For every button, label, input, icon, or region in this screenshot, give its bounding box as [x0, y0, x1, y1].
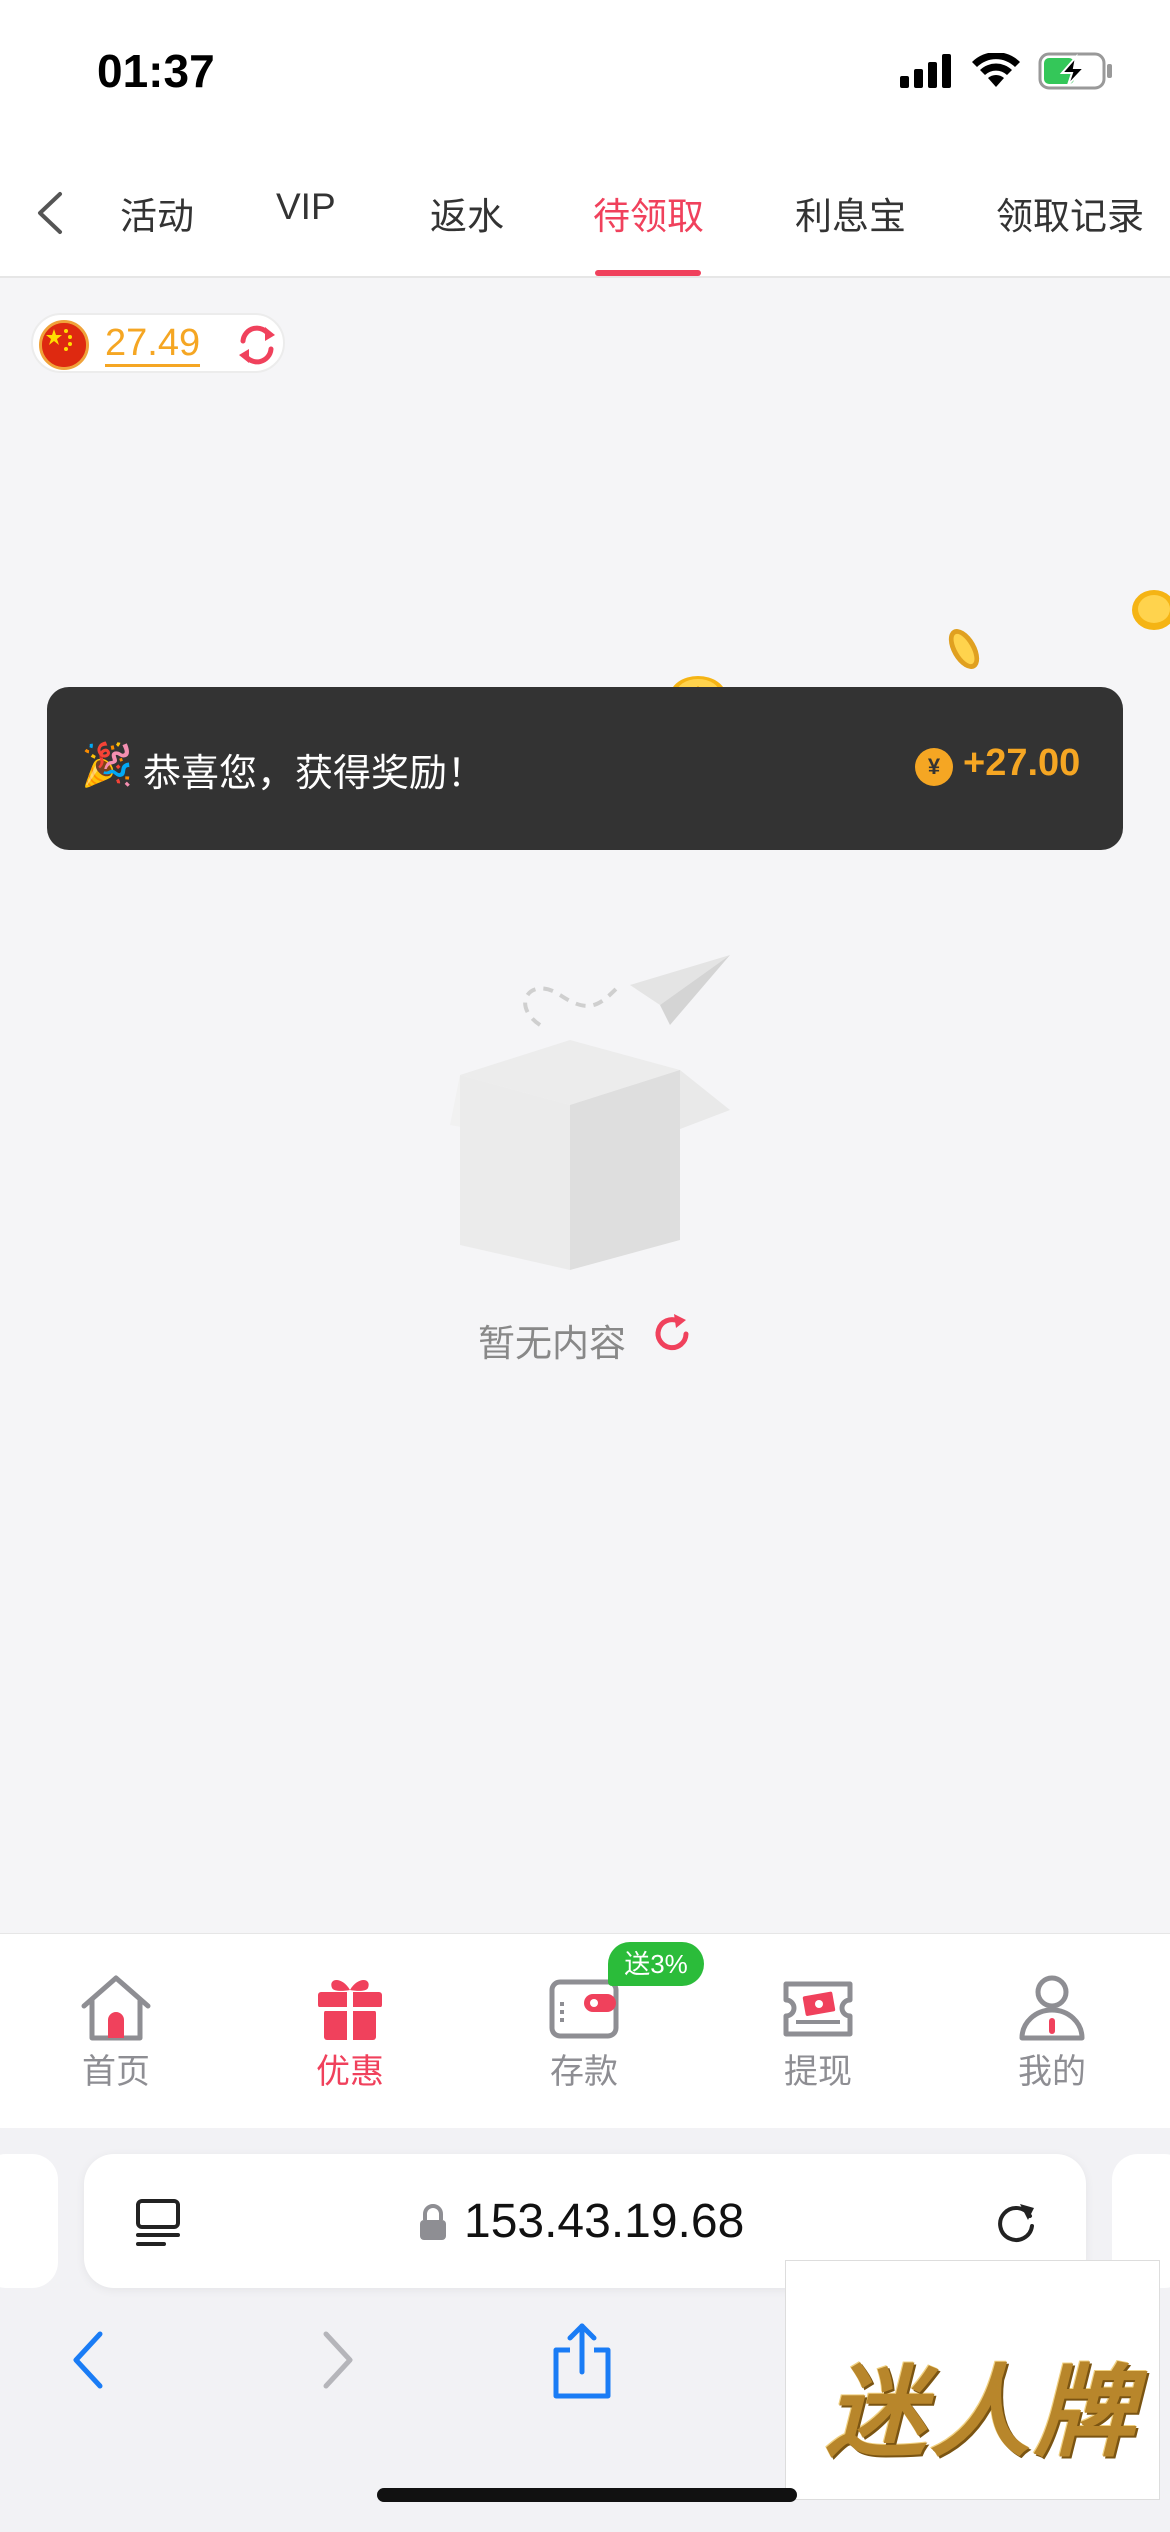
bottom-navigation: 首页 优惠 存款 提现 我的 [0, 1933, 1170, 2128]
nav-withdraw-label: 提现 [784, 2053, 852, 2091]
home-icon [81, 1975, 151, 2041]
tab-rebate[interactable]: 返水 [430, 186, 504, 240]
empty-box-illustration [450, 955, 730, 1270]
status-icons [900, 52, 1114, 90]
party-popper-icon: 🎉 [81, 741, 134, 788]
url-text: 153.43.19.68 [464, 2195, 745, 2248]
tab-claim-history[interactable]: 领取记录 [996, 186, 1144, 240]
watermark-text: 迷人牌 [826, 2353, 1138, 2471]
page-menu-icon[interactable] [134, 2197, 182, 2247]
nav-home-label: 首页 [82, 2053, 150, 2091]
active-tab-indicator [595, 270, 701, 276]
status-bar: 01:37 [0, 0, 1170, 150]
category-tab-bar: 活动 VIP 返水 待领取 利息宝 领取记录 [0, 150, 1170, 278]
lock-icon [420, 2204, 446, 2240]
back-chevron-icon[interactable] [28, 188, 72, 238]
tab-pending-claim[interactable]: 待领取 [593, 186, 704, 240]
watermark-logo: 迷人牌 [785, 2260, 1160, 2500]
nav-deposit-label: 存款 [550, 2053, 618, 2091]
nav-profile-label: 我的 [1018, 2053, 1086, 2091]
nav-deposit[interactable]: 存款 [524, 1972, 644, 2093]
deposit-promo-badge: 送3% [608, 1942, 704, 1986]
coin-icon [1132, 590, 1170, 630]
gift-icon [318, 1980, 382, 2040]
yen-coin-icon: ¥ [915, 748, 953, 786]
reward-toast: 🎉 恭喜您，获得奖励！ ¥ +27.00 [47, 687, 1123, 850]
tab-activity[interactable]: 活动 [120, 186, 194, 240]
wifi-icon [972, 53, 1020, 87]
tab-interest[interactable]: 利息宝 [795, 186, 906, 240]
empty-refresh-icon[interactable] [648, 1310, 696, 1358]
previous-tab-card[interactable] [0, 2154, 58, 2288]
balance-pill[interactable]: 27.49 [31, 313, 285, 373]
nav-promotions[interactable]: 优惠 [290, 1972, 410, 2093]
nav-promotions-label: 优惠 [316, 2053, 384, 2091]
withdraw-icon [783, 1981, 853, 2037]
browser-back-icon[interactable] [66, 2328, 110, 2392]
tab-vip[interactable]: VIP [276, 186, 336, 228]
balance-refresh-icon[interactable] [233, 321, 281, 369]
nav-home[interactable]: 首页 [56, 1972, 176, 2093]
browser-forward-icon[interactable] [316, 2328, 360, 2392]
nav-withdraw[interactable]: 提现 [758, 1972, 878, 2093]
home-indicator [377, 2488, 797, 2502]
empty-state-text: 暂无内容 [478, 1323, 626, 1364]
cellular-signal-icon [900, 54, 951, 88]
profile-icon [1019, 1975, 1085, 2041]
status-time: 01:37 [97, 45, 215, 97]
balance-value: 27.49 [105, 324, 201, 367]
nav-profile[interactable]: 我的 [992, 1972, 1112, 2093]
reload-icon[interactable] [990, 2196, 1042, 2248]
china-flag-icon [39, 320, 89, 370]
toast-message: 恭喜您，获得奖励！ [143, 753, 486, 795]
coin-icon [948, 629, 980, 669]
toast-amount: +27.00 [963, 742, 1081, 784]
battery-charging-icon [1038, 52, 1112, 90]
share-icon[interactable] [550, 2320, 614, 2400]
